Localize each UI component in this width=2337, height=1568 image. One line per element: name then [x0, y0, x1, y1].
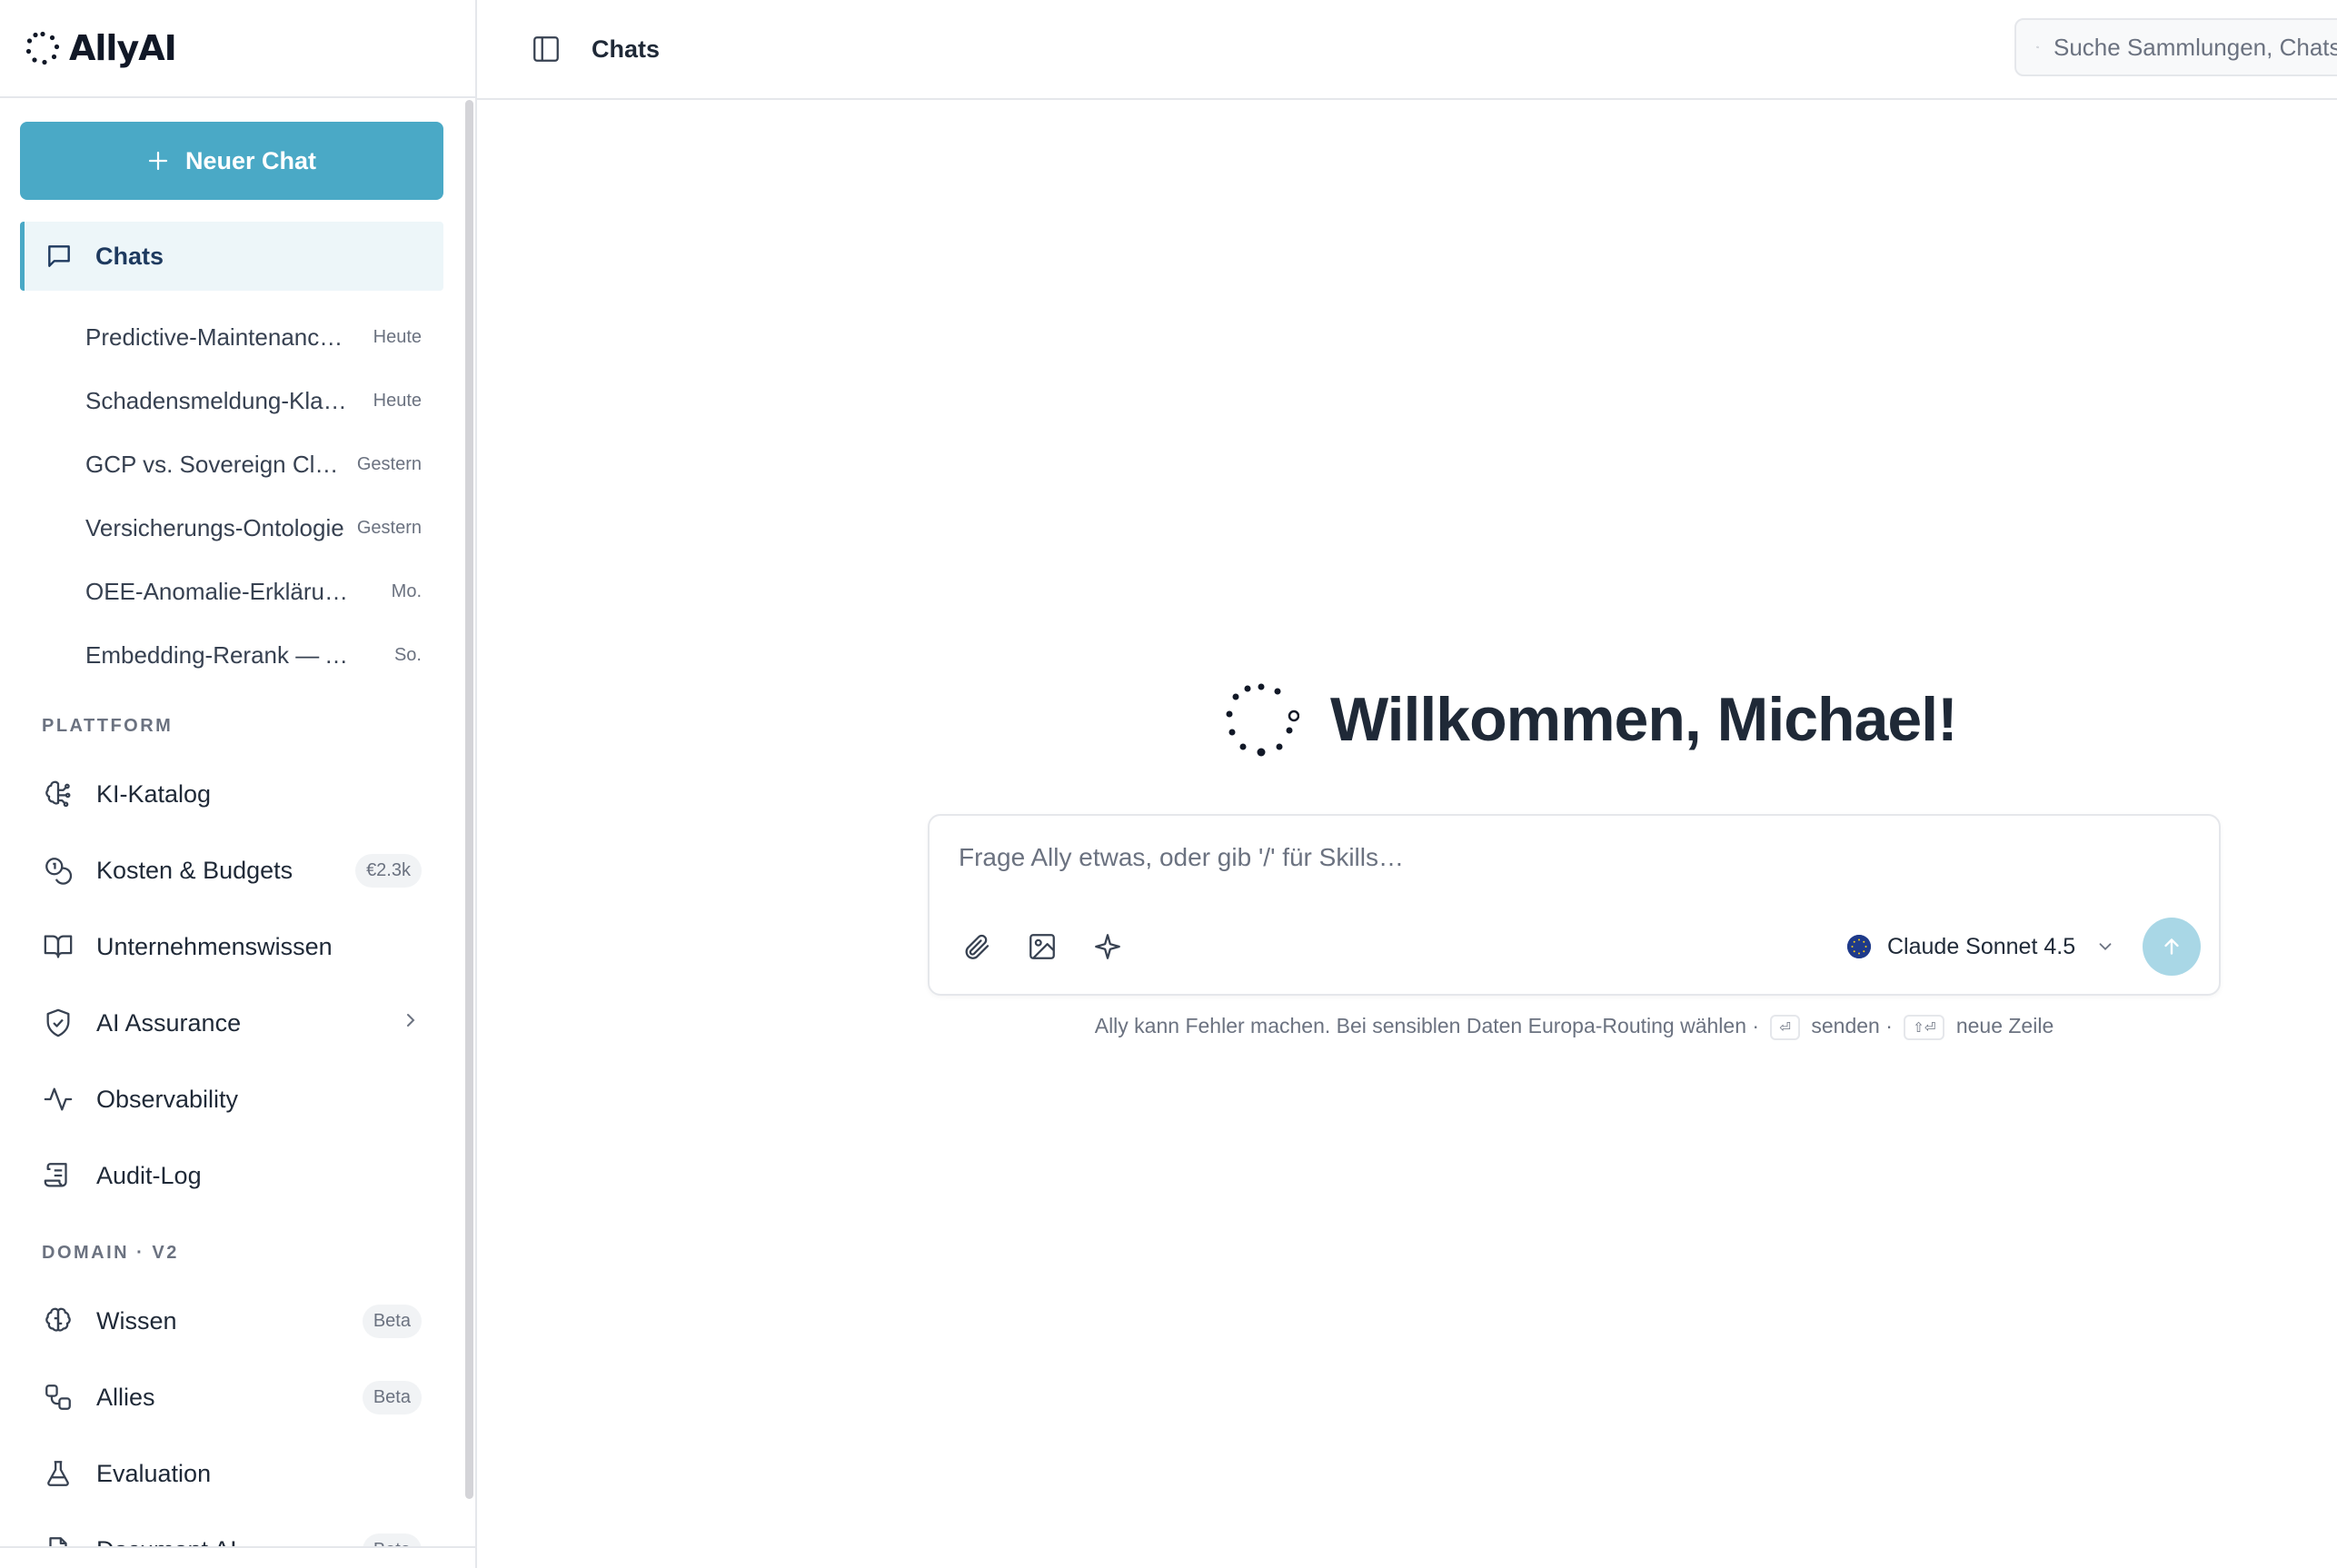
search-icon: [2036, 45, 2039, 49]
sidebar-item-document-ai[interactable]: Document AI Beta: [20, 1515, 443, 1546]
ally-spinner-logo-icon: [1226, 683, 1299, 757]
scroll-icon: [42, 1159, 75, 1192]
cost-badge: €2.3k: [355, 853, 422, 888]
sidebar-item-label: Chats: [95, 242, 164, 270]
sidebar: AllyAI Neuer Chat Chats Predictive-Maint…: [0, 0, 477, 1568]
workflow-icon: [42, 1381, 75, 1414]
chat-date: Gestern: [356, 453, 422, 474]
coins-icon: [42, 854, 75, 887]
chat-title: Versicherungs-Ontologie: [85, 513, 344, 541]
chat-date: Gestern: [356, 517, 422, 538]
brand[interactable]: AllyAI: [0, 0, 475, 98]
sidebar-item-chats[interactable]: Chats: [20, 222, 443, 291]
sidebar-scroll-area: Neuer Chat Chats Predictive-Maintenance-…: [0, 100, 475, 1546]
sidebar-item-ai-assurance[interactable]: AI Assurance: [20, 988, 443, 1057]
welcome-heading: Willkommen, Michael!: [1223, 681, 1958, 758]
brain-icon: [42, 1305, 75, 1337]
book-open-icon: [42, 930, 75, 963]
message-square-icon: [48, 245, 70, 267]
model-selector[interactable]: Claude Sonnet 4.5: [1847, 927, 2115, 967]
chat-date: Heute: [373, 390, 422, 411]
sidebar-item-label: AI Assurance: [96, 1008, 242, 1037]
chat-history-item[interactable]: GCP vs. Sovereign Cloud Gestern: [0, 432, 454, 496]
topbar: Chats: [477, 0, 2337, 100]
activity-icon: [42, 1083, 75, 1116]
image-icon: [1029, 934, 1055, 959]
chat-title: Predictive-Maintenance-…: [85, 323, 349, 351]
new-chat-button[interactable]: Neuer Chat: [20, 122, 443, 200]
chat-history-item[interactable]: Schadensmeldung-Klassifikation Heute: [0, 369, 454, 432]
file-icon: [42, 1533, 75, 1546]
sidebar-item-label: Document AI: [96, 1536, 363, 1547]
beta-badge: Beta: [362, 1304, 422, 1338]
plus-icon: [148, 151, 168, 171]
chat-title: OEE-Anomalie-Erklärung…: [85, 577, 349, 605]
chat-title: Schadensmeldung-Klassifikation: [85, 386, 349, 414]
breadcrumb: Chats: [592, 35, 661, 63]
sidebar-item-label: KI-Katalog: [96, 779, 212, 808]
sidebar-item-allies[interactable]: Allies Beta: [20, 1363, 443, 1432]
chat-title: Embedding-Rerank — Analyse: [85, 640, 349, 669]
hint-text: Ally kann Fehler machen. Bei sensiblen D…: [1094, 1014, 1760, 1037]
sidebar-item-kosten-budgets[interactable]: Kosten & Budgets €2.3k: [20, 836, 443, 905]
brain-circuit-icon: [42, 778, 75, 810]
chat-date: Mo.: [391, 581, 422, 601]
chat-date: Heute: [373, 326, 422, 347]
brand-name: AllyAI: [69, 28, 177, 68]
chevron-down-icon: [2099, 943, 2112, 951]
eu-flag-icon: [1847, 935, 1871, 958]
attach-image-button[interactable]: [1022, 927, 1062, 967]
sidebar-item-label: Allies: [96, 1383, 155, 1411]
chat-history-list: Predictive-Maintenance-… Heute Schadensme…: [0, 305, 454, 687]
sidebar-item-label: Observability: [96, 1085, 239, 1113]
flask-icon: [42, 1457, 75, 1490]
chat-history-item[interactable]: Predictive-Maintenance-… Heute: [0, 305, 454, 369]
sidebar-item-label: Evaluation: [96, 1459, 212, 1487]
allyai-logo-icon: [25, 31, 60, 65]
sparkle-icon: [1095, 934, 1120, 959]
welcome-title: Willkommen, Michael!: [1330, 685, 1958, 754]
shield-check-icon: [42, 1007, 75, 1039]
section-label-platform: PLATTFORM: [42, 716, 174, 736]
attach-file-button[interactable]: [957, 927, 997, 967]
sidebar-item-evaluation[interactable]: Evaluation: [20, 1439, 443, 1508]
sidebar-item-label: Unternehmenswissen: [96, 932, 333, 960]
chat-history-item[interactable]: Embedding-Rerank — Analyse So.: [0, 623, 454, 687]
chat-title: GCP vs. Sovereign Cloud: [85, 450, 346, 478]
arrow-up-icon: [2164, 938, 2179, 955]
section-label-domain: DOMAIN · V2: [42, 1243, 179, 1263]
sidebar-item-observability[interactable]: Observability: [20, 1065, 443, 1134]
chat-history-item[interactable]: OEE-Anomalie-Erklärung… Mo.: [0, 560, 454, 623]
sidebar-item-ki-katalog[interactable]: KI-Katalog: [20, 759, 443, 829]
beta-badge: Beta: [362, 1380, 422, 1414]
model-name: Claude Sonnet 4.5: [1887, 933, 2076, 959]
sidebar-item-label: Wissen: [96, 1306, 177, 1335]
hint-newline: neue Zeile: [1955, 1014, 2054, 1037]
sidebar-item-label: Audit-Log: [96, 1161, 202, 1189]
send-button[interactable]: [2143, 918, 2201, 976]
search-box[interactable]: [2014, 18, 2337, 76]
shift-enter-key-hint: ⇧⏎: [1904, 1014, 1945, 1040]
chat-date: So.: [393, 644, 422, 665]
message-input[interactable]: [959, 843, 2176, 883]
composer-hint: Ally kann Fehler machen. Bei sensiblen D…: [928, 1014, 2221, 1040]
sidebar-item-unternehmenswissen[interactable]: Unternehmenswissen: [20, 912, 443, 981]
sidebar-item-label: Kosten & Budgets: [96, 856, 293, 884]
search-input[interactable]: [2054, 33, 2337, 62]
paperclip-icon: [965, 934, 989, 959]
skills-button[interactable]: [1088, 927, 1128, 967]
beta-badge: Beta: [362, 1533, 422, 1546]
sidebar-divider: [0, 1546, 475, 1548]
sidebar-item-audit-log[interactable]: Audit-Log: [20, 1141, 443, 1210]
enter-key-hint: ⏎: [1770, 1014, 1800, 1040]
chevron-right-icon[interactable]: [400, 1009, 422, 1037]
sidebar-item-wissen[interactable]: Wissen Beta: [20, 1286, 443, 1355]
chat-history-item[interactable]: Versicherungs-Ontologie Gestern: [0, 496, 454, 560]
chat-composer: Claude Sonnet 4.5: [928, 814, 2221, 996]
sidebar-scrollbar[interactable]: [465, 100, 473, 1499]
toggle-sidebar-button[interactable]: [528, 31, 564, 67]
hint-send: senden ·: [1811, 1014, 1893, 1037]
panel-left-icon: [533, 36, 559, 62]
new-chat-label: Neuer Chat: [184, 146, 317, 174]
